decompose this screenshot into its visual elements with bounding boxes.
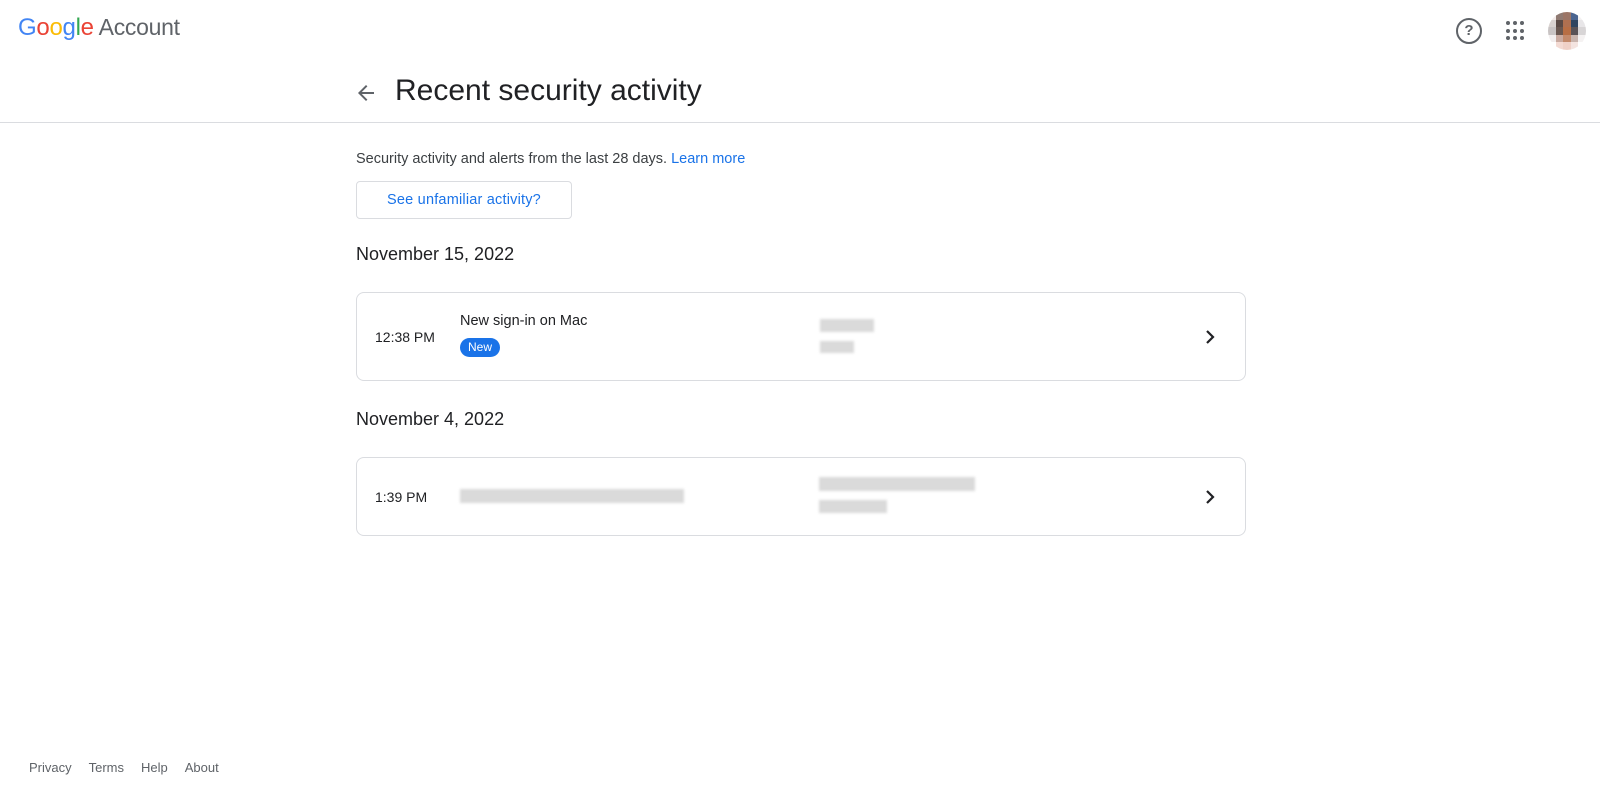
apps-dot xyxy=(1506,21,1510,25)
intro-description: Security activity and alerts from the la… xyxy=(356,151,672,167)
footer-link-about[interactable]: About xyxy=(185,760,219,775)
logo-letter: o xyxy=(49,14,63,41)
top-bar: Google Account ? xyxy=(0,0,1600,60)
footer-link-terms[interactable]: Terms xyxy=(89,760,124,775)
date-heading: November 15, 2022 xyxy=(356,244,515,264)
activity-item[interactable]: 1:39 PM xyxy=(356,457,1246,536)
page-header: Recent security activity xyxy=(0,60,1600,123)
page-title: Recent security activity xyxy=(395,74,702,107)
apps-dot xyxy=(1506,36,1510,41)
logo-product-name: Account xyxy=(98,14,180,40)
apps-dot xyxy=(1520,36,1524,41)
event-time: 12:38 PM xyxy=(375,329,435,345)
help-icon[interactable]: ? xyxy=(1456,18,1482,44)
logo-letter: G xyxy=(18,14,37,41)
footer-link-privacy[interactable]: Privacy xyxy=(29,760,72,775)
redacted-device xyxy=(819,500,887,513)
intro-text: Security activity and alerts from the la… xyxy=(356,151,745,167)
redacted-event-title xyxy=(460,489,684,503)
new-badge: New xyxy=(460,338,501,357)
redacted-location xyxy=(819,477,975,491)
logo-letter: o xyxy=(36,14,50,41)
apps-grid-icon[interactable] xyxy=(1506,21,1526,41)
apps-dot xyxy=(1513,28,1517,33)
arrow-back-icon[interactable] xyxy=(354,81,378,105)
google-account-logo[interactable]: Google Account xyxy=(18,14,180,42)
chevron-right-icon xyxy=(1206,490,1215,504)
logo-letter: e xyxy=(80,14,94,41)
see-unfamiliar-activity-button[interactable]: See unfamiliar activity? xyxy=(356,181,572,219)
apps-dot xyxy=(1520,28,1524,33)
event-time: 1:39 PM xyxy=(375,489,428,505)
help-glyph: ? xyxy=(1464,22,1474,39)
footer-link-help[interactable]: Help xyxy=(141,760,168,775)
apps-dot xyxy=(1520,21,1524,25)
date-heading: November 4, 2022 xyxy=(356,409,505,429)
activity-item[interactable]: 12:38 PM New sign-in on Mac New xyxy=(356,292,1246,381)
apps-dot xyxy=(1506,28,1510,33)
avatar[interactable] xyxy=(1548,12,1586,50)
learn-more-link[interactable]: Learn more xyxy=(671,151,745,167)
event-title: New sign-in on Mac xyxy=(460,313,588,329)
redacted-location xyxy=(820,319,874,332)
redacted-device xyxy=(820,341,854,353)
apps-dot xyxy=(1513,21,1517,25)
chevron-right-icon xyxy=(1206,330,1215,344)
logo-letter: g xyxy=(62,14,76,41)
footer: Privacy Terms Help About xyxy=(29,760,236,775)
apps-dot xyxy=(1513,36,1517,41)
